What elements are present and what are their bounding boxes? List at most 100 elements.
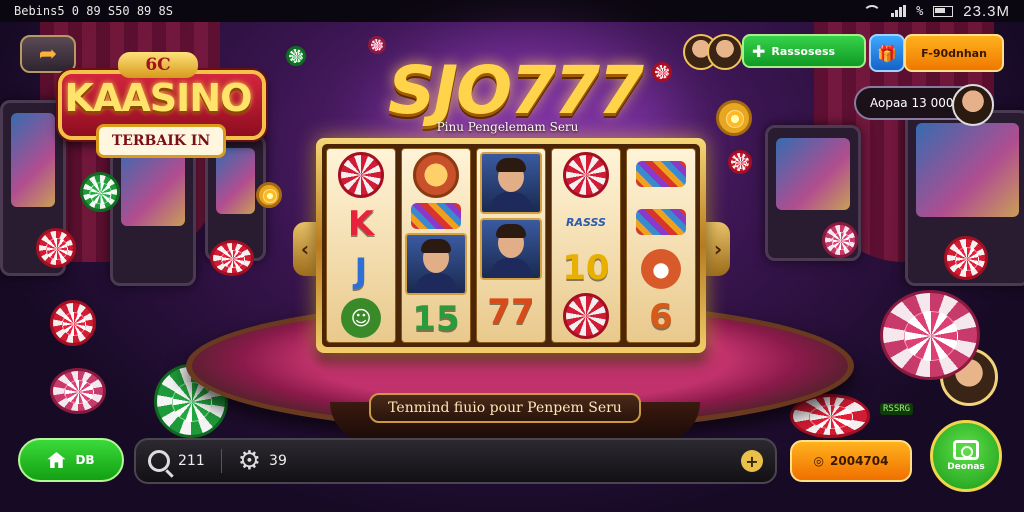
player-avatar xyxy=(952,84,994,126)
settings-button[interactable]: ⚙ 39 xyxy=(238,448,287,474)
poker-chip xyxy=(822,222,858,258)
player-balance-pill[interactable]: Aopaa 13 000 xyxy=(854,84,994,126)
orange-action-button[interactable]: F-90dnhan xyxy=(904,34,1004,72)
slot-reel: K J ☺ xyxy=(326,148,396,343)
camera-button[interactable]: Deonas xyxy=(930,420,1002,492)
logo-top-text: 6C xyxy=(118,52,198,78)
friends-avatars[interactable] xyxy=(683,34,743,70)
slot-symbol: K xyxy=(330,202,392,245)
green-button-label: Rassosess xyxy=(771,44,836,58)
status-time: 23.3M xyxy=(963,2,1010,20)
back-arrow-icon: ➦ xyxy=(38,41,58,67)
poker-chip xyxy=(944,236,988,280)
slot-reel: RASSS 10 xyxy=(551,148,621,343)
home-label: DB xyxy=(75,453,95,467)
slot-symbol xyxy=(630,152,692,196)
symbol-label: 10 xyxy=(562,248,610,289)
home-button[interactable]: DB xyxy=(18,438,124,482)
slot-symbol xyxy=(330,152,392,198)
logo-sub-text: TERBAIK IN xyxy=(96,124,226,158)
slot-reel: 77 xyxy=(476,148,546,343)
slot-symbol: J xyxy=(330,249,392,292)
small-tag: RSSRG xyxy=(880,403,914,415)
poker-chip xyxy=(256,182,282,208)
poker-chip xyxy=(368,36,386,54)
slot-symbol xyxy=(405,233,467,295)
battery-icon xyxy=(933,5,954,17)
coin-balance-button[interactable]: ◎ 2004704 xyxy=(790,440,912,482)
search-count: 211 xyxy=(178,453,205,469)
camera-icon xyxy=(953,440,979,460)
puzzle-icon: ✚ xyxy=(752,41,766,61)
slot-reel: 15 xyxy=(401,148,471,343)
slot-machine: K J ☺ 15 77 RASSS 10 ● 6 xyxy=(316,138,706,353)
chip-icon xyxy=(563,293,609,339)
table-banner-text: Tenmind fiuio pour Penpem Seru xyxy=(388,400,622,416)
settings-count: 39 xyxy=(269,453,287,469)
gift-icon: 🎁 xyxy=(877,43,897,63)
search-icon xyxy=(148,450,170,472)
slot-symbol xyxy=(555,152,617,198)
poker-chip xyxy=(880,290,980,380)
symbol-icon: ● xyxy=(641,249,681,290)
game-title: SJO777 xyxy=(388,52,644,129)
badge-icon xyxy=(413,152,459,198)
player-balance: Aopaa 13 000 xyxy=(870,96,954,110)
slot-symbol xyxy=(480,152,542,214)
slot-symbol: 10 xyxy=(555,248,617,290)
bottom-toolbar: 211 ⚙ 39 + xyxy=(134,438,777,484)
poker-chip xyxy=(652,62,672,82)
signal-icon xyxy=(891,5,907,17)
add-button[interactable]: + xyxy=(741,450,763,472)
slot-symbol xyxy=(630,200,692,244)
chevron-right-icon: › xyxy=(713,237,723,261)
symbol-label: J xyxy=(354,250,368,291)
status-left-text: Bebins5 0 89 S50 89 8S xyxy=(14,4,173,18)
poker-chip xyxy=(286,46,306,66)
symbol-label: K xyxy=(347,203,375,244)
gems-icon xyxy=(411,202,461,229)
prev-arrow-button[interactable]: ‹ xyxy=(293,222,317,276)
poker-chip xyxy=(36,228,76,268)
portrait-icon xyxy=(405,233,467,295)
poker-chip xyxy=(210,240,254,276)
gems-icon xyxy=(636,208,686,235)
status-right: % 23.3M xyxy=(863,3,1010,20)
gift-button[interactable]: 🎁 xyxy=(869,34,905,72)
camera-label: Deonas xyxy=(947,462,985,472)
coin-icon: ◎ xyxy=(813,454,825,468)
table-banner: Tenmind fiuio pour Penpem Seru xyxy=(369,393,641,423)
gear-icon: ⚙ xyxy=(237,446,262,476)
poker-chip xyxy=(50,368,106,414)
kasino-logo: 6C KAASINO TERBAIK IN xyxy=(58,48,266,160)
slot-symbol: 77 xyxy=(480,284,542,339)
poker-chip xyxy=(716,100,752,136)
slot-symbol: 15 xyxy=(405,299,467,339)
wifi-icon xyxy=(863,5,882,17)
status-bar: Bebins5 0 89 S50 89 8S % 23.3M xyxy=(0,0,1024,22)
slot-symbol: ☺ xyxy=(330,296,392,339)
home-icon xyxy=(47,452,66,468)
logo-main-text: KAASINO xyxy=(64,76,253,120)
chip-icon xyxy=(338,152,384,198)
portrait-icon xyxy=(480,218,542,280)
chevron-left-icon: ‹ xyxy=(300,237,310,261)
game-subtitle: Pinu Pengelemam Seru xyxy=(436,120,579,134)
symbol-label: 6 xyxy=(649,297,673,338)
symbol-label: 77 xyxy=(487,291,535,332)
symbol-icon: ☺ xyxy=(341,297,381,338)
orange-button-label: F-90dnhan xyxy=(921,46,987,60)
slot-symbol xyxy=(405,152,467,198)
slot-symbol xyxy=(405,202,467,229)
symbol-label: RASSS xyxy=(566,216,606,230)
slot-symbol: ● xyxy=(630,248,692,292)
slot-symbol: 6 xyxy=(630,295,692,339)
slot-reel: ● 6 xyxy=(626,148,696,343)
slot-symbol xyxy=(480,218,542,280)
green-action-button[interactable]: ✚ Rassosess xyxy=(742,34,866,68)
symbol-label: 15 xyxy=(412,299,460,339)
search-button[interactable]: 211 xyxy=(148,450,205,472)
battery-percent: % xyxy=(916,4,924,18)
gems-icon xyxy=(636,160,686,187)
next-arrow-button[interactable]: › xyxy=(706,222,730,276)
